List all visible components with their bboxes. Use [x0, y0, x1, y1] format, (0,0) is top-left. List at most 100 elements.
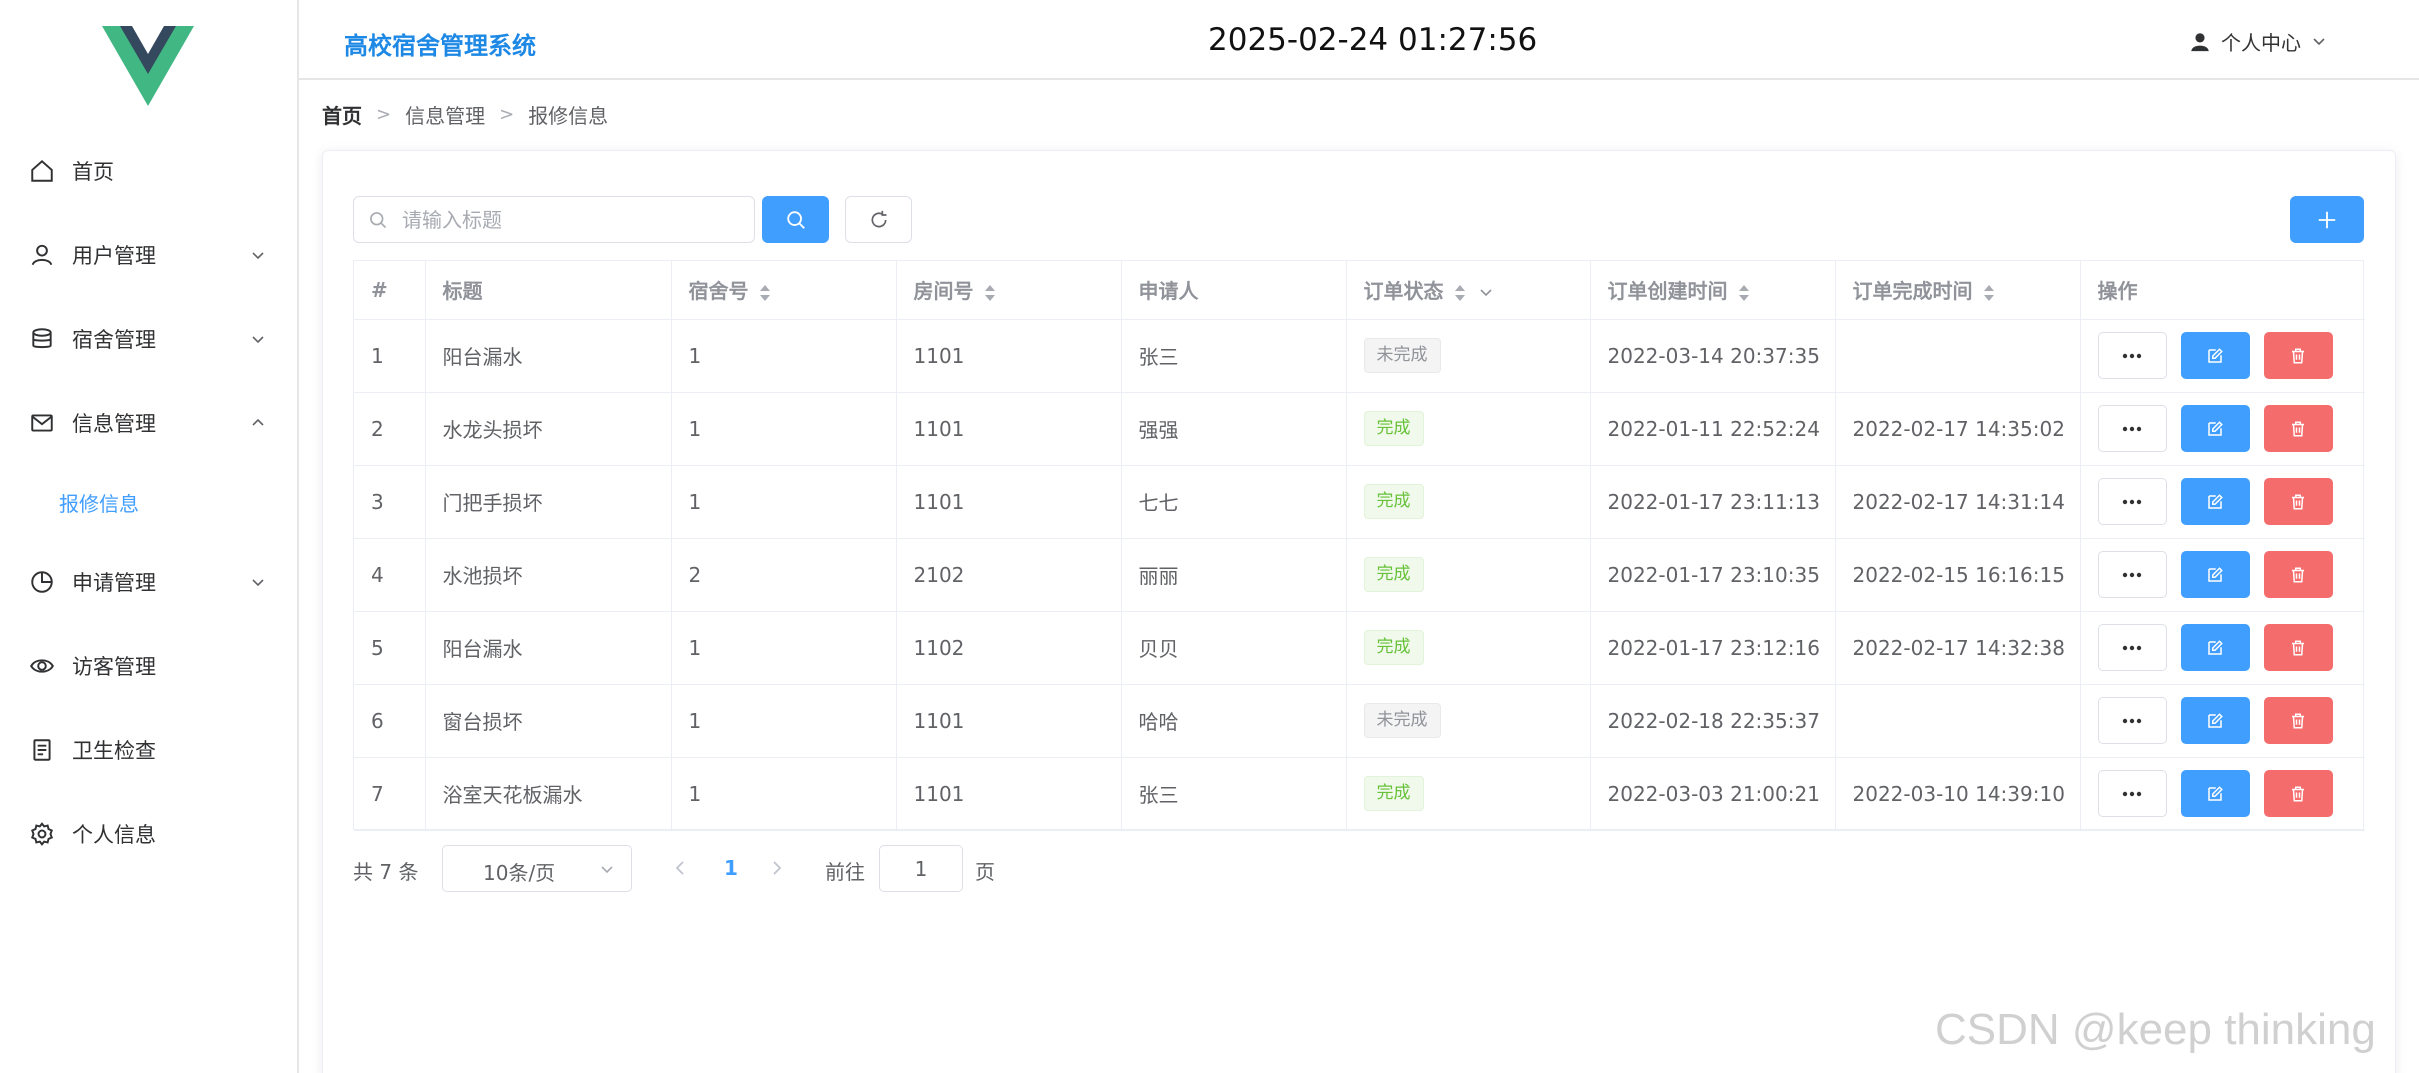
- more-icon: [2122, 791, 2142, 796]
- edit-button[interactable]: [2180, 697, 2250, 744]
- cell-applicant: 哈哈: [1121, 684, 1347, 758]
- chevron-down-icon: [252, 336, 264, 344]
- sort-icon[interactable]: [1983, 283, 1995, 303]
- delete-icon: [2292, 640, 2304, 655]
- goto-page-input[interactable]: [879, 845, 963, 892]
- delete-button[interactable]: [2263, 405, 2333, 452]
- column-header-status[interactable]: 订单状态: [1346, 261, 1591, 320]
- more-button[interactable]: [2097, 405, 2167, 452]
- cell-title: 水龙头损坏: [425, 392, 672, 466]
- cell-actions: [2080, 611, 2365, 685]
- status-badge: 完成: [1363, 630, 1424, 665]
- column-header-dorm[interactable]: 宿舍号: [671, 261, 897, 320]
- cell-actions: [2080, 392, 2365, 466]
- edit-button[interactable]: [2180, 332, 2250, 379]
- chevron-down-icon: [252, 252, 264, 260]
- document-icon: [33, 739, 51, 761]
- edit-button[interactable]: [2180, 770, 2250, 817]
- sort-icon[interactable]: [984, 283, 996, 303]
- more-icon: [2122, 426, 2142, 431]
- cell-created: 2022-01-17 23:11:13: [1590, 465, 1836, 539]
- more-button[interactable]: [2097, 478, 2167, 525]
- search-input[interactable]: [402, 197, 742, 242]
- table-row: 4 水池损坏 2 2102 丽丽 完成 2022-01-17 23:10:35 2022-02…: [354, 538, 2365, 612]
- cell-index: 6: [354, 684, 426, 758]
- edit-icon: [2208, 566, 2223, 582]
- sidebar-item-home[interactable]: 首页: [0, 140, 297, 202]
- current-page[interactable]: 1: [724, 856, 738, 880]
- add-button[interactable]: [2290, 196, 2364, 243]
- more-button[interactable]: [2097, 697, 2167, 744]
- user-center-dropdown[interactable]: 个人中心: [2189, 27, 2327, 56]
- table-row: 6 窗台损坏 1 1101 哈哈 未完成 2022-02-18 22:35:37: [354, 684, 2365, 758]
- reset-button[interactable]: [845, 196, 912, 243]
- edit-button[interactable]: [2180, 478, 2250, 525]
- cell-dorm: 1: [671, 684, 897, 758]
- more-button[interactable]: [2097, 624, 2167, 671]
- sidebar-item-hygiene-check[interactable]: 卫生检查: [0, 719, 297, 781]
- sidebar-item-info-management[interactable]: 信息管理: [0, 392, 297, 454]
- page-size-select[interactable]: 10条/页: [442, 845, 632, 892]
- sidebar-item-dorm-management[interactable]: 宿舍管理: [0, 308, 297, 370]
- sidebar-item-user-management[interactable]: 用户管理: [0, 224, 297, 286]
- sort-icon[interactable]: [1454, 283, 1466, 303]
- table-row: 3 门把手损坏 1 1101 七七 完成 2022-01-17 23:11:13 2022-0…: [354, 465, 2365, 539]
- delete-button[interactable]: [2263, 332, 2333, 379]
- pie-chart-icon: [31, 571, 53, 593]
- delete-button[interactable]: [2263, 478, 2333, 525]
- breadcrumb-home[interactable]: 首页: [322, 100, 362, 129]
- cell-created: 2022-01-17 23:10:35: [1590, 538, 1836, 612]
- gear-icon: [31, 822, 53, 846]
- sidebar-item-personal-info[interactable]: 个人信息: [0, 803, 297, 865]
- search-button[interactable]: [762, 196, 829, 243]
- cell-status: 完成: [1346, 538, 1591, 612]
- sidebar-item-label: 申请管理: [72, 571, 156, 595]
- cell-dorm: 1: [671, 611, 897, 685]
- search-field[interactable]: [353, 196, 755, 243]
- sidebar-item-label: 访客管理: [72, 655, 156, 679]
- next-page-icon[interactable]: [765, 856, 789, 880]
- column-header-finished[interactable]: 订单完成时间: [1835, 261, 2081, 320]
- cell-created: 2022-02-18 22:35:37: [1590, 684, 1836, 758]
- sidebar-item-application-management[interactable]: 申请管理: [0, 551, 297, 613]
- sidebar-item-label: 用户管理: [72, 244, 156, 268]
- column-header-created[interactable]: 订单创建时间: [1590, 261, 1836, 320]
- more-icon: [2122, 499, 2142, 504]
- edit-icon: [2208, 785, 2223, 801]
- delete-button[interactable]: [2263, 551, 2333, 598]
- sidebar-item-visitor-management[interactable]: 访客管理: [0, 635, 297, 697]
- cell-status: 完成: [1346, 611, 1591, 685]
- search-icon: [370, 212, 387, 229]
- cell-applicant: 七七: [1121, 465, 1347, 539]
- edit-icon: [2208, 639, 2223, 655]
- more-icon: [2122, 645, 2142, 650]
- breadcrumb: 首页 > 信息管理 > 报修信息: [322, 100, 608, 129]
- cell-finished: 2022-02-15 16:16:15: [1835, 538, 2081, 612]
- column-header-room[interactable]: 房间号: [896, 261, 1122, 320]
- sidebar-item-repair-info[interactable]: 报修信息: [0, 471, 297, 533]
- more-icon: [2122, 718, 2142, 723]
- delete-button[interactable]: [2263, 770, 2333, 817]
- cell-actions: [2080, 684, 2365, 758]
- sidebar-item-label: 卫生检查: [72, 739, 156, 763]
- sort-icon[interactable]: [1738, 283, 1750, 303]
- edit-button[interactable]: [2180, 551, 2250, 598]
- prev-page-icon[interactable]: [668, 856, 692, 880]
- delete-button[interactable]: [2263, 697, 2333, 744]
- cell-finished: 2022-02-17 14:32:38: [1835, 611, 2081, 685]
- delete-button[interactable]: [2263, 624, 2333, 671]
- sort-icon[interactable]: [759, 283, 771, 303]
- more-button[interactable]: [2097, 770, 2167, 817]
- cell-status: 未完成: [1346, 319, 1591, 393]
- more-button[interactable]: [2097, 332, 2167, 379]
- edit-button[interactable]: [2180, 405, 2250, 452]
- more-button[interactable]: [2097, 551, 2167, 598]
- cell-index: 1: [354, 319, 426, 393]
- edit-button[interactable]: [2180, 624, 2250, 671]
- cell-created: 2022-03-14 20:37:35: [1590, 319, 1836, 393]
- cell-finished: 2022-02-17 14:35:02: [1835, 392, 2081, 466]
- cell-applicant: 张三: [1121, 757, 1347, 831]
- cell-title: 阳台漏水: [425, 611, 672, 685]
- delete-icon: [2292, 786, 2304, 801]
- filter-chevron-down-icon[interactable]: [1478, 285, 1494, 301]
